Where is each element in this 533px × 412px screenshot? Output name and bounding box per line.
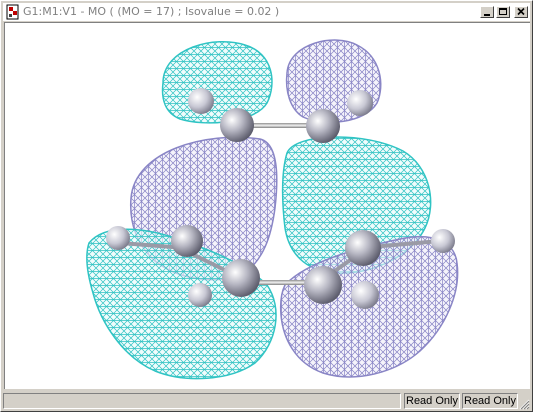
atom-carbon: [306, 109, 340, 143]
title-bar[interactable]: G1:M1:V1 - MO ( (MO = 17) ; Isovalue = 0…: [3, 3, 530, 21]
close-icon: [517, 7, 525, 16]
atom-hydrogen: [188, 88, 214, 114]
atom-hydrogen: [347, 90, 373, 116]
maximize-button[interactable]: [496, 6, 510, 18]
atom-hydrogen: [106, 226, 130, 250]
minimize-button[interactable]: [480, 6, 494, 18]
maximize-icon: [499, 8, 507, 15]
atom-carbon: [171, 225, 203, 257]
app-window: G1:M1:V1 - MO ( (MO = 17) ; Isovalue = 0…: [0, 0, 533, 412]
atom-hydrogen: [188, 283, 212, 307]
app-icon[interactable]: [6, 4, 20, 20]
status-bar: Read Only Read Only: [3, 392, 530, 410]
orbital-render: [86, 39, 459, 380]
status-read-only-1: Read Only: [404, 393, 460, 409]
resize-grip-icon[interactable]: [518, 398, 530, 410]
atom-hydrogen: [351, 281, 379, 309]
atom-hydrogen: [431, 229, 455, 253]
atom-carbon: [304, 266, 342, 304]
molecule-viewport[interactable]: [4, 22, 530, 389]
status-read-only-2: Read Only: [462, 393, 518, 409]
window-title: G1:M1:V1 - MO ( (MO = 17) ; Isovalue = 0…: [23, 5, 280, 18]
atom-carbon: [345, 230, 381, 266]
atom-carbon: [222, 259, 260, 297]
close-button[interactable]: [514, 6, 528, 18]
orbital-lobe-top-left: [161, 41, 273, 124]
status-message: [3, 393, 401, 409]
atom-carbon: [220, 108, 254, 142]
minimize-icon: [484, 14, 490, 16]
